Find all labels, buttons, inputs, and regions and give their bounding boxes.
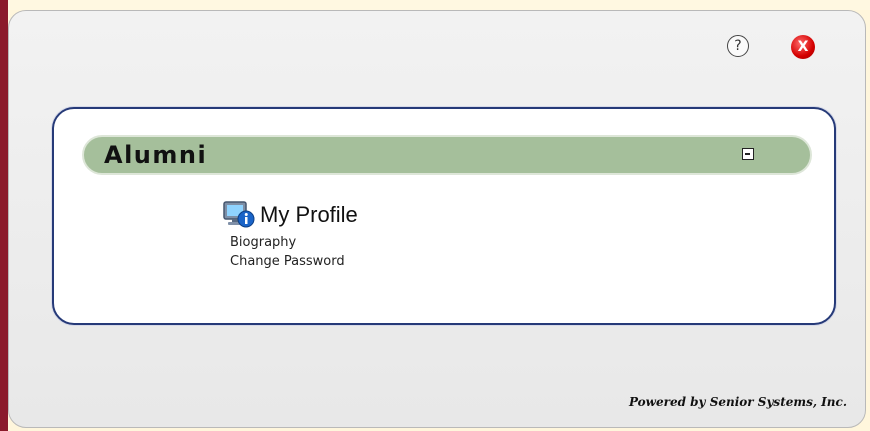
dialog-window: ? X Alumni My Profile Biography Change P… bbox=[8, 10, 866, 428]
powered-by-footer: Powered by Senior Systems, Inc. bbox=[628, 395, 847, 409]
section-title: Alumni bbox=[104, 141, 208, 169]
section-header-alumni: Alumni bbox=[82, 135, 812, 175]
profile-title: My Profile bbox=[260, 202, 358, 227]
close-icon[interactable]: X bbox=[791, 35, 815, 59]
profile-heading[interactable]: My Profile bbox=[222, 199, 358, 231]
left-edge-band bbox=[0, 0, 8, 431]
alumni-card: Alumni My Profile Biography Change Passw… bbox=[52, 107, 836, 325]
collapse-icon[interactable] bbox=[742, 148, 754, 160]
change-password-link[interactable]: Change Password bbox=[230, 254, 358, 269]
biography-link[interactable]: Biography bbox=[230, 235, 358, 250]
computer-info-icon bbox=[223, 201, 255, 228]
top-edge-band bbox=[8, 0, 870, 10]
help-icon[interactable]: ? bbox=[727, 35, 749, 57]
profile-group: My Profile Biography Change Password bbox=[222, 199, 358, 269]
